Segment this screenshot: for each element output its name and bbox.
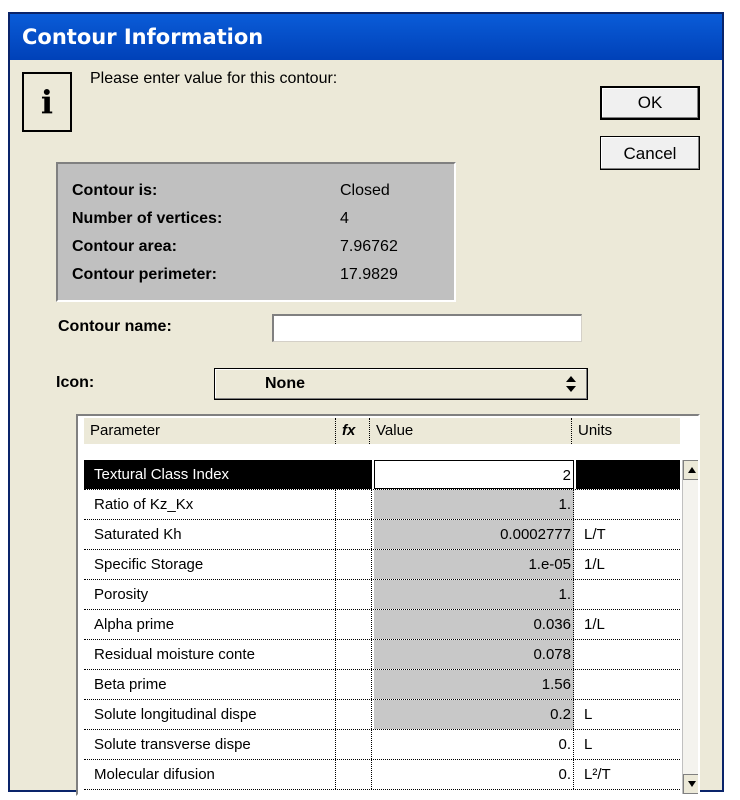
param-units: 1/L [584, 556, 605, 573]
header-units[interactable]: Units [572, 418, 680, 444]
up-down-arrow-icon [566, 376, 576, 392]
param-units [576, 490, 680, 519]
stat-value: Closed [340, 182, 390, 199]
param-name: Specific Storage [84, 550, 336, 579]
table-row[interactable]: Solute longitudinal dispe 0.2 L [84, 700, 680, 730]
ok-button[interactable]: OK [600, 86, 700, 120]
title-bar: Contour Information [10, 14, 722, 60]
table-row[interactable]: Beta prime 1.56 [84, 670, 680, 700]
param-name: Residual moisture conte [84, 640, 336, 669]
param-units: L²/T [584, 766, 611, 783]
prompt-text: Please enter value for this contour: [90, 70, 338, 87]
param-value[interactable]: 0. [374, 760, 574, 789]
table-row[interactable]: Residual moisture conte 0.078 [84, 640, 680, 670]
stat-vertices: Number of vertices: 4 [72, 206, 452, 232]
param-value[interactable]: 0.2 [374, 700, 574, 729]
param-value[interactable]: 0. [374, 730, 574, 759]
param-name: Porosity [84, 580, 336, 609]
fx-cell[interactable] [336, 700, 372, 729]
param-name: Alpha prime [84, 610, 336, 639]
param-name: Ratio of Kz_Kx [84, 490, 336, 519]
stat-value: 7.96762 [340, 238, 398, 255]
table-row[interactable]: Specific Storage 1.e-05 1/L [84, 550, 680, 580]
param-units: L/T [584, 526, 606, 543]
fx-cell[interactable] [336, 730, 372, 759]
stat-perimeter: Contour perimeter: 17.9829 [72, 262, 452, 288]
param-value[interactable]: 2 [374, 460, 574, 489]
header-value[interactable]: Value [370, 418, 572, 444]
param-value[interactable]: 0.0002777 [374, 520, 574, 549]
table-row[interactable]: Porosity 1. [84, 580, 680, 610]
chevron-down-icon [687, 781, 696, 787]
fx-cell[interactable] [336, 670, 372, 699]
stat-value: 4 [340, 210, 349, 227]
stat-value: 17.9829 [340, 266, 398, 283]
fx-cell[interactable] [336, 640, 372, 669]
table-row[interactable]: Textural Class Index 2 [84, 460, 680, 490]
param-value[interactable]: 1. [374, 580, 574, 609]
stat-area: Contour area: 7.96762 [72, 234, 452, 260]
table-row[interactable]: Saturated Kh 0.0002777 L/T [84, 520, 680, 550]
param-units [576, 460, 680, 489]
icon-select[interactable]: None [214, 368, 588, 400]
chevron-up-icon [687, 467, 696, 473]
param-value[interactable]: 1.56 [374, 670, 574, 699]
stat-label: Number of vertices: [72, 210, 223, 227]
param-units: L [584, 706, 593, 723]
param-name: Beta prime [84, 670, 336, 699]
fx-cell[interactable] [336, 460, 372, 489]
vertical-scrollbar[interactable] [682, 460, 698, 794]
fx-cell[interactable] [336, 490, 372, 519]
param-name: Solute longitudinal dispe [84, 700, 336, 729]
stat-label: Contour perimeter: [72, 266, 217, 283]
stat-contour-is: Contour is: Closed [72, 178, 452, 204]
param-units [576, 580, 680, 609]
parameter-grid: Parameter fx Value Units Textural Class … [76, 414, 700, 796]
param-units: 1/L [584, 616, 605, 633]
fx-cell[interactable] [336, 550, 372, 579]
param-value[interactable]: 0.078 [374, 640, 574, 669]
param-name: Textural Class Index [84, 460, 336, 489]
scroll-up-button[interactable] [683, 460, 698, 480]
table-row[interactable]: Solute transverse dispe 0. L [84, 730, 680, 760]
icon-label: Icon: [56, 374, 95, 391]
header-parameter[interactable]: Parameter [84, 418, 336, 444]
cancel-button[interactable]: Cancel [600, 136, 700, 170]
param-units [576, 640, 680, 669]
param-name: Solute transverse dispe [84, 730, 336, 759]
fx-cell[interactable] [336, 580, 372, 609]
scroll-down-button[interactable] [683, 774, 698, 794]
stat-label: Contour area: [72, 238, 177, 255]
table-row[interactable]: Ratio of Kz_Kx 1. [84, 490, 680, 520]
function-icon[interactable]: fx [336, 418, 370, 444]
param-units: L [584, 736, 593, 753]
info-icon: i [22, 72, 72, 132]
table-row[interactable]: Molecular difusion 0. L²/T [84, 760, 680, 790]
fx-cell[interactable] [336, 760, 372, 789]
contour-name-label: Contour name: [58, 318, 172, 335]
contour-information-dialog: Contour Information i Please enter value… [8, 12, 724, 796]
contour-name-input[interactable] [272, 314, 582, 342]
icon-select-value: None [265, 375, 305, 392]
stat-label: Contour is: [72, 182, 158, 199]
table-row[interactable]: Alpha prime 0.036 1/L [84, 610, 680, 640]
param-value[interactable]: 0.036 [374, 610, 574, 639]
fx-cell[interactable] [336, 610, 372, 639]
param-name: Molecular difusion [84, 760, 336, 789]
fx-label: fx [342, 422, 356, 439]
param-value[interactable]: 1. [374, 490, 574, 519]
param-units [576, 670, 680, 699]
fx-cell[interactable] [336, 520, 372, 549]
param-name: Saturated Kh [84, 520, 336, 549]
contour-stats-panel: Contour is: Closed Number of vertices: 4… [56, 162, 456, 302]
param-value[interactable]: 1.e-05 [374, 550, 574, 579]
